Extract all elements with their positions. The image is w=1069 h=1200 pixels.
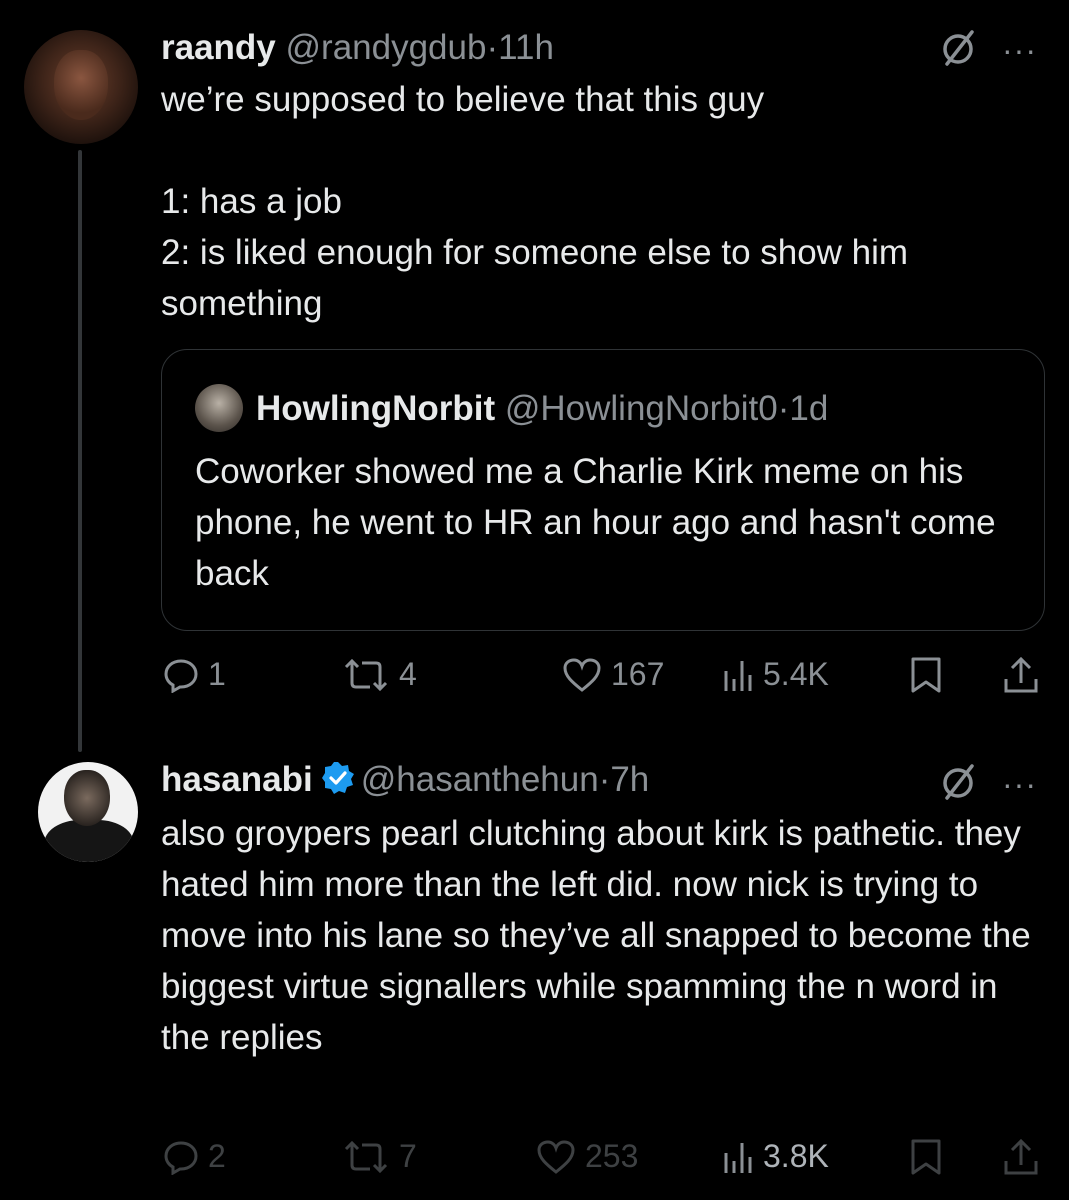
reply-button[interactable]: 1 — [163, 656, 226, 693]
like-icon — [537, 1139, 575, 1174]
quoted-tweet-text: Coworker showed me a Charlie Kirk meme o… — [195, 452, 996, 593]
handle[interactable]: @hasanthehun — [361, 760, 599, 799]
views-icon — [724, 660, 752, 691]
repost-button[interactable]: 4 — [342, 656, 417, 693]
views-count: 5.4K — [763, 656, 829, 692]
verified-badge-icon — [321, 761, 355, 804]
repost-button[interactable]: 7 — [342, 1138, 417, 1175]
tweet-header: raandy @randygdub·11h — [161, 28, 554, 68]
views-button[interactable]: 5.4K — [722, 656, 829, 693]
quoted-timestamp[interactable]: 1d — [789, 389, 828, 428]
quoted-tweet-header: HowlingNorbit @HowlingNorbit0·1d — [256, 389, 828, 429]
reply-button[interactable]: 2 — [163, 1138, 226, 1175]
quoted-display-name[interactable]: HowlingNorbit — [256, 389, 495, 428]
display-name[interactable]: raandy — [161, 28, 276, 67]
views-icon — [724, 1142, 752, 1173]
like-count: 253 — [585, 1138, 639, 1174]
share-icon[interactable] — [1002, 655, 1040, 700]
reply-count: 2 — [208, 1138, 226, 1174]
like-button[interactable]: 167 — [562, 656, 664, 693]
tweet-header: hasanabi @hasanthehun·7h — [161, 760, 649, 804]
repost-icon — [344, 1140, 388, 1173]
like-count: 167 — [611, 656, 665, 692]
thread-connector-line — [78, 150, 82, 752]
like-button[interactable]: 253 — [536, 1138, 638, 1175]
quoted-handle[interactable]: @HowlingNorbit0 — [505, 389, 778, 428]
repost-count: 7 — [399, 1138, 417, 1174]
repost-count: 4 — [399, 656, 417, 692]
views-count: 3.8K — [763, 1138, 829, 1174]
more-icon[interactable]: ··· — [1002, 768, 1037, 800]
timestamp[interactable]: 11h — [498, 28, 554, 67]
share-icon[interactable] — [1002, 1137, 1040, 1182]
handle[interactable]: @randygdub — [286, 28, 487, 67]
reply-count: 1 — [208, 656, 226, 692]
reply-icon — [164, 1140, 198, 1175]
views-button[interactable]: 3.8K — [722, 1138, 829, 1175]
repost-icon — [344, 658, 388, 691]
tweet-text: also groypers pearl clutching about kirk… — [161, 814, 1031, 1057]
separator: · — [598, 760, 611, 799]
bookmark-icon[interactable] — [909, 1138, 943, 1181]
avatar-raandy[interactable] — [24, 30, 138, 144]
separator: · — [486, 28, 499, 67]
bookmark-icon[interactable] — [909, 656, 943, 699]
avatar-hasanabi[interactable] — [38, 762, 138, 862]
timestamp[interactable]: 7h — [610, 760, 649, 799]
grok-icon[interactable] — [938, 762, 978, 807]
more-icon[interactable]: ··· — [1002, 34, 1037, 66]
tweet-text: we’re supposed to believe that this guy … — [161, 80, 909, 323]
reply-icon — [164, 658, 198, 693]
separator: · — [777, 389, 790, 428]
avatar-howlingnorbit[interactable] — [195, 384, 243, 432]
display-name[interactable]: hasanabi — [161, 760, 313, 799]
grok-icon[interactable] — [938, 28, 978, 73]
like-icon — [563, 657, 601, 692]
